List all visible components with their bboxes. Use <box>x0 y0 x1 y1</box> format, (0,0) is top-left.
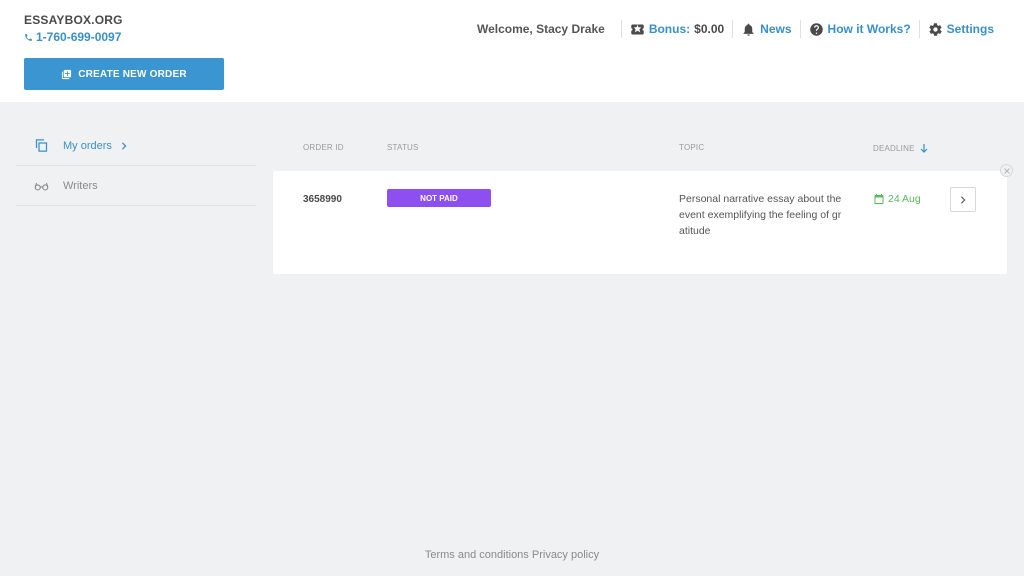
status-badge: NOT PAID <box>387 189 491 207</box>
column-header-order-id[interactable]: ORDER ID <box>303 143 344 152</box>
question-circle-icon <box>809 22 823 36</box>
column-header-topic[interactable]: TOPIC <box>679 143 704 152</box>
header: ESSAYBOX.ORG 1-760-699-0097 CREATE NEW O… <box>0 0 1024 102</box>
phone-icon <box>25 33 32 41</box>
deadline-value: 24 Aug <box>873 193 921 205</box>
sidebar-item-label: My orders <box>63 139 112 152</box>
column-header-label: DEADLINE <box>873 143 915 153</box>
settings-link[interactable]: Settings <box>928 22 994 37</box>
add-document-icon <box>62 69 72 79</box>
calendar-icon <box>874 194 884 204</box>
deadline-date: 24 Aug <box>888 193 921 205</box>
copy-icon <box>35 139 48 152</box>
open-order-button[interactable] <box>950 187 976 212</box>
create-new-order-button[interactable]: CREATE NEW ORDER <box>24 58 224 90</box>
phone-number: 1-760-699-0097 <box>36 30 122 44</box>
terms-link[interactable]: Terms and conditions <box>425 549 529 561</box>
top-navigation: Welcome, Stacy Drake Bonus: $0.00 News H… <box>477 18 994 40</box>
bonus-link[interactable]: Bonus: $0.00 <box>630 22 724 37</box>
divider <box>732 20 734 38</box>
order-id-value: 3658990 <box>303 194 342 205</box>
how-it-works-label: How it Works? <box>827 22 911 36</box>
column-header-deadline[interactable]: DEADLINE <box>873 143 929 153</box>
column-header-label: ORDER ID <box>303 143 344 152</box>
column-header-status[interactable]: STATUS <box>387 143 419 152</box>
welcome-text: Welcome, Stacy Drake <box>476 22 605 36</box>
news-label: News <box>760 22 792 36</box>
sort-arrow-down-icon <box>920 144 928 153</box>
divider <box>799 20 801 38</box>
phone-link[interactable]: 1-760-699-0097 <box>24 30 121 44</box>
bonus-value: $0.00 <box>694 22 725 36</box>
bell-icon <box>743 23 754 36</box>
chevron-right-icon <box>961 195 966 204</box>
ticket-icon <box>631 24 644 34</box>
sidebar-item-label: Writers <box>63 179 98 192</box>
bonus-label: Bonus: <box>648 22 691 36</box>
column-header-label: TOPIC <box>679 143 705 152</box>
sidebar-item-my-orders[interactable]: My orders <box>16 126 256 166</box>
privacy-link[interactable]: Privacy policy <box>532 549 599 561</box>
divider <box>918 20 920 38</box>
sidebar: My orders Writers <box>16 126 256 206</box>
gear-icon <box>929 22 942 36</box>
settings-label: Settings <box>946 22 994 36</box>
topic-value: Personal narrative essay about the event… <box>679 193 842 237</box>
dismiss-row-button[interactable] <box>1000 164 1013 177</box>
brand-logo-text[interactable]: ESSAYBOX.ORG <box>24 13 123 27</box>
close-icon <box>1003 167 1010 174</box>
footer: Terms and conditions Privacy policy <box>0 549 1024 561</box>
glasses-icon <box>34 182 49 191</box>
column-header-label: STATUS <box>387 143 419 152</box>
create-new-order-label: CREATE NEW ORDER <box>78 68 187 80</box>
table-row[interactable] <box>273 171 1007 274</box>
chevron-right-icon <box>121 141 127 150</box>
how-it-works-link[interactable]: How it Works? <box>809 22 911 37</box>
divider <box>620 20 622 38</box>
sidebar-item-writers[interactable]: Writers <box>16 166 256 206</box>
news-link[interactable]: News <box>741 22 792 37</box>
